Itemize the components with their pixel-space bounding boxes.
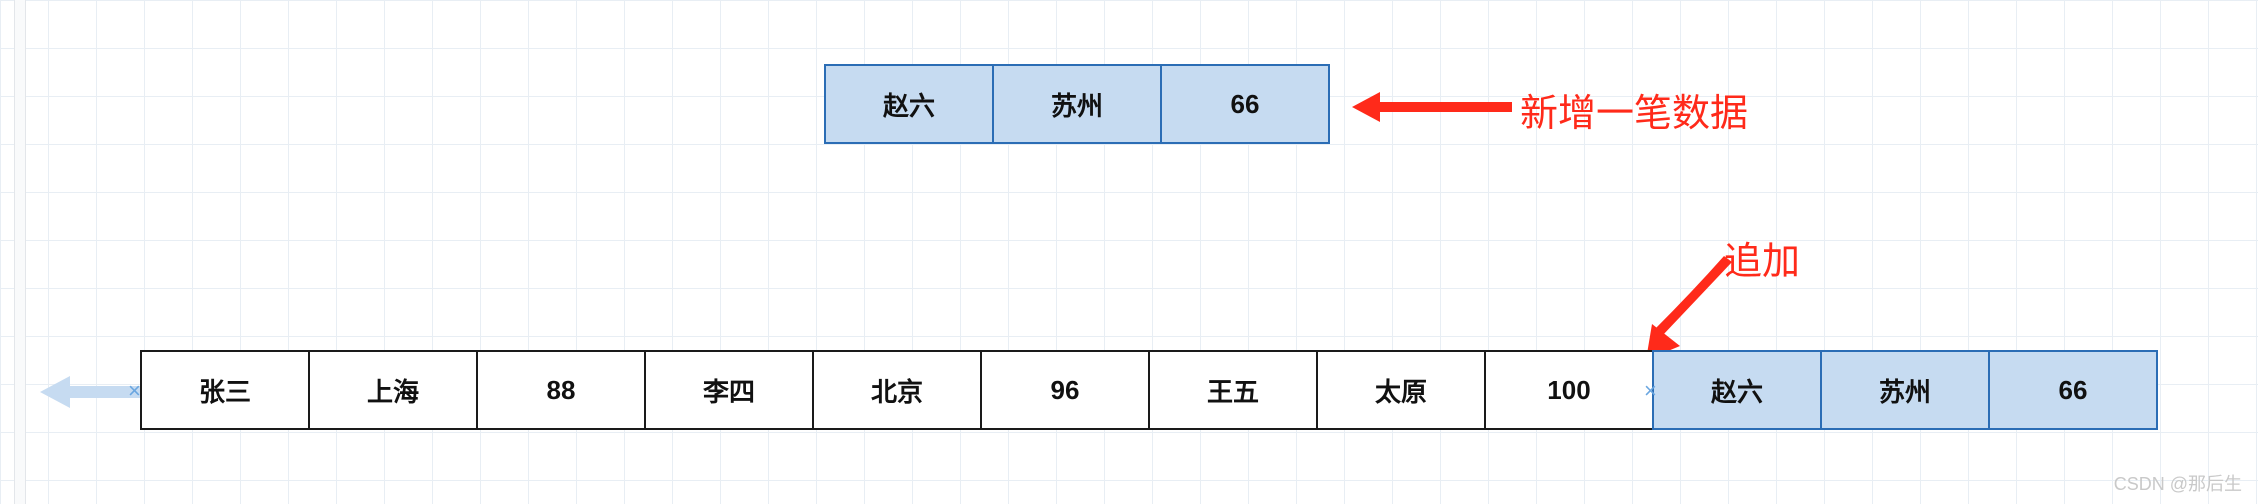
appended-cell: 66 bbox=[1988, 350, 2158, 430]
appended-cell: 苏州 bbox=[1820, 350, 1990, 430]
connector-x-icon: × bbox=[128, 378, 141, 404]
arrow-new-data-icon bbox=[1352, 90, 1512, 124]
new-record-cell-value: 66 bbox=[1160, 64, 1330, 144]
data-cell: 李四 bbox=[644, 350, 814, 430]
left-scrollbar[interactable] bbox=[14, 0, 26, 504]
new-record-cell-name: 赵六 bbox=[824, 64, 994, 144]
data-cell: 100 bbox=[1484, 350, 1654, 430]
new-record-cell-city: 苏州 bbox=[992, 64, 1162, 144]
arrow-left-light-icon bbox=[40, 372, 140, 412]
data-cell: 上海 bbox=[308, 350, 478, 430]
connector-x-icon: × bbox=[1644, 378, 1657, 404]
data-cell: 88 bbox=[476, 350, 646, 430]
data-cell: 96 bbox=[980, 350, 1150, 430]
data-cell: 张三 bbox=[140, 350, 310, 430]
main-row: 张三 上海 88 李四 北京 96 王五 太原 100 赵六 苏州 66 bbox=[140, 350, 2158, 430]
new-record-row: 赵六 苏州 66 bbox=[824, 64, 1330, 144]
label-new-data: 新增一笔数据 bbox=[1520, 82, 1748, 137]
appended-cell: 赵六 bbox=[1652, 350, 1822, 430]
data-cell: 王五 bbox=[1148, 350, 1318, 430]
data-cell: 太原 bbox=[1316, 350, 1486, 430]
watermark: CSDN @那后生 bbox=[2114, 470, 2242, 496]
data-cell: 北京 bbox=[812, 350, 982, 430]
